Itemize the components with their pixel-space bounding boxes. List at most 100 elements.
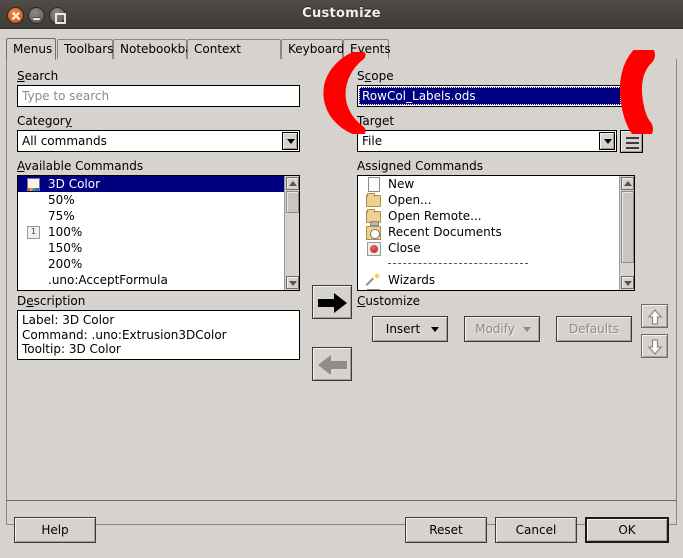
ok-button[interactable]: OK [585, 517, 669, 543]
list-item-label: 50% [48, 193, 75, 207]
scroll-down-arrow-icon[interactable] [286, 276, 299, 289]
list-item-label: Close [388, 241, 421, 255]
scrollbar-thumb[interactable] [286, 191, 299, 213]
close-document-icon [366, 241, 381, 256]
scroll-down-arrow-icon[interactable] [621, 276, 634, 289]
chevron-down-icon[interactable] [431, 327, 439, 332]
reset-button[interactable]: Reset [405, 517, 487, 543]
insert-button[interactable]: Insert [372, 316, 448, 342]
remove-command-arrow-left[interactable] [312, 347, 352, 381]
available-commands-rows: 3D Color 50% 75% 1 100% 150% 200% .uno:A… [18, 176, 284, 290]
target-label: Target [357, 114, 395, 128]
list-item[interactable]: Recent Documents [358, 224, 619, 240]
list-item-label: New [388, 177, 415, 191]
list-item-label: 3D Color [48, 177, 101, 191]
move-up-arrow[interactable] [641, 304, 668, 328]
category-combobox[interactable]: All commands [17, 130, 300, 152]
tab-label: Toolbars [64, 42, 114, 56]
tab-context-menus[interactable]: Context Menus [187, 39, 281, 75]
assigned-list-scrollbar[interactable] [619, 176, 634, 290]
list-item[interactable]: Open... [358, 192, 619, 208]
minimize-icon[interactable] [28, 7, 45, 24]
arrow-right-icon [318, 293, 347, 313]
templates-icon [366, 289, 380, 290]
list-item[interactable]: .uno:StartFormula [18, 288, 284, 290]
list-item[interactable]: 50% [18, 192, 284, 208]
cancel-button[interactable]: Cancel [495, 517, 577, 543]
list-item[interactable]: Close [358, 240, 619, 256]
description-line: Command: .uno:Extrusion3DColor [22, 327, 227, 342]
move-down-arrow[interactable] [641, 334, 668, 358]
tab-toolbars[interactable]: Toolbars [57, 39, 113, 59]
description-line: Label: 3D Color [22, 313, 115, 327]
tab-label: Keyboard [288, 42, 345, 56]
open-folder-icon [366, 193, 381, 207]
available-commands-label: Available Commands [17, 159, 144, 173]
tab-keyboard[interactable]: Keyboard [281, 39, 345, 59]
assigned-commands-label: Assigned Commands [357, 159, 484, 173]
tab-events[interactable]: Events [343, 39, 391, 59]
maximize-icon[interactable] [49, 7, 66, 24]
target-combobox[interactable]: File [357, 130, 617, 152]
help-button-label: Help [41, 523, 69, 537]
assigned-commands-list[interactable]: New Open... Open Remote... Recent Docume… [357, 175, 635, 291]
list-item[interactable]: Open Remote... [358, 208, 619, 226]
defaults-button[interactable]: Defaults [556, 316, 632, 342]
list-item-label: Open... [388, 193, 432, 207]
ok-button-label: OK [618, 523, 636, 537]
arrow-left-icon [318, 355, 347, 375]
list-item[interactable]: .uno:AcceptFormula [18, 272, 284, 288]
search-label: Search [17, 69, 59, 83]
list-item[interactable]: 75% [18, 208, 284, 224]
list-item[interactable]: Wizards [358, 272, 619, 288]
3d-color-icon [25, 176, 40, 191]
chevron-down-icon[interactable] [282, 132, 298, 150]
search-placeholder: Type to search [22, 89, 110, 103]
modify-button[interactable]: Modify [464, 316, 540, 342]
list-item[interactable]: 200% [18, 256, 284, 272]
footer-divider [6, 500, 677, 501]
description-box: Label: 3D Color Command: .uno:Extrusion3… [17, 310, 300, 360]
close-icon[interactable] [7, 7, 24, 24]
list-item[interactable]: 3D Color [18, 176, 284, 192]
list-item-submenu[interactable]: Templates ▸ [358, 288, 619, 290]
help-button[interactable]: Help [14, 517, 96, 543]
list-item-label: Wizards [388, 273, 436, 287]
list-item-label: 75% [48, 209, 75, 223]
list-item-label: .uno:StartFormula [48, 289, 156, 290]
available-commands-list[interactable]: 3D Color 50% 75% 1 100% 150% 200% .uno:A… [17, 175, 300, 291]
arrow-down-icon [647, 339, 663, 355]
recent-documents-icon [366, 225, 381, 240]
list-item[interactable]: 1 100% [18, 224, 284, 240]
list-item-label: Open Remote... [388, 209, 482, 223]
defaults-button-label: Defaults [568, 322, 620, 336]
add-command-arrow-right[interactable] [312, 285, 352, 319]
scope-label: Scope [357, 69, 394, 83]
list-item-label: .uno:AcceptFormula [48, 273, 168, 287]
scroll-up-arrow-icon[interactable] [286, 177, 299, 190]
chevron-down-icon[interactable] [523, 327, 531, 332]
chevron-down-icon[interactable] [599, 132, 615, 150]
assigned-commands-rows: New Open... Open Remote... Recent Docume… [358, 176, 619, 290]
tab-menus[interactable]: Menus [6, 38, 56, 60]
scope-combobox[interactable]: RowCol_Labels.ods [357, 85, 640, 107]
scrollbar-thumb[interactable] [621, 191, 634, 263]
hamburger-menu-icon[interactable] [620, 130, 643, 153]
list-item[interactable]: New [358, 176, 619, 192]
category-label: Category [17, 114, 72, 128]
search-input[interactable]: Type to search [17, 85, 300, 107]
tab-notebookbar[interactable]: Notebookbar [113, 39, 198, 59]
available-list-scrollbar[interactable] [284, 176, 299, 290]
category-value: All commands [22, 134, 107, 148]
list-item-label: Templates [388, 289, 449, 290]
cancel-button-label: Cancel [515, 523, 557, 537]
customize-group-label: Customize [357, 294, 420, 308]
new-document-icon [366, 177, 380, 192]
list-item[interactable]: 150% [18, 240, 284, 256]
list-item-label: Recent Documents [388, 225, 502, 239]
tab-label: Events [350, 42, 391, 56]
scroll-up-arrow-icon[interactable] [621, 177, 634, 190]
chevron-down-icon[interactable] [622, 87, 638, 105]
wizards-icon [366, 273, 380, 287]
window-titlebar: Customize [0, 0, 683, 29]
